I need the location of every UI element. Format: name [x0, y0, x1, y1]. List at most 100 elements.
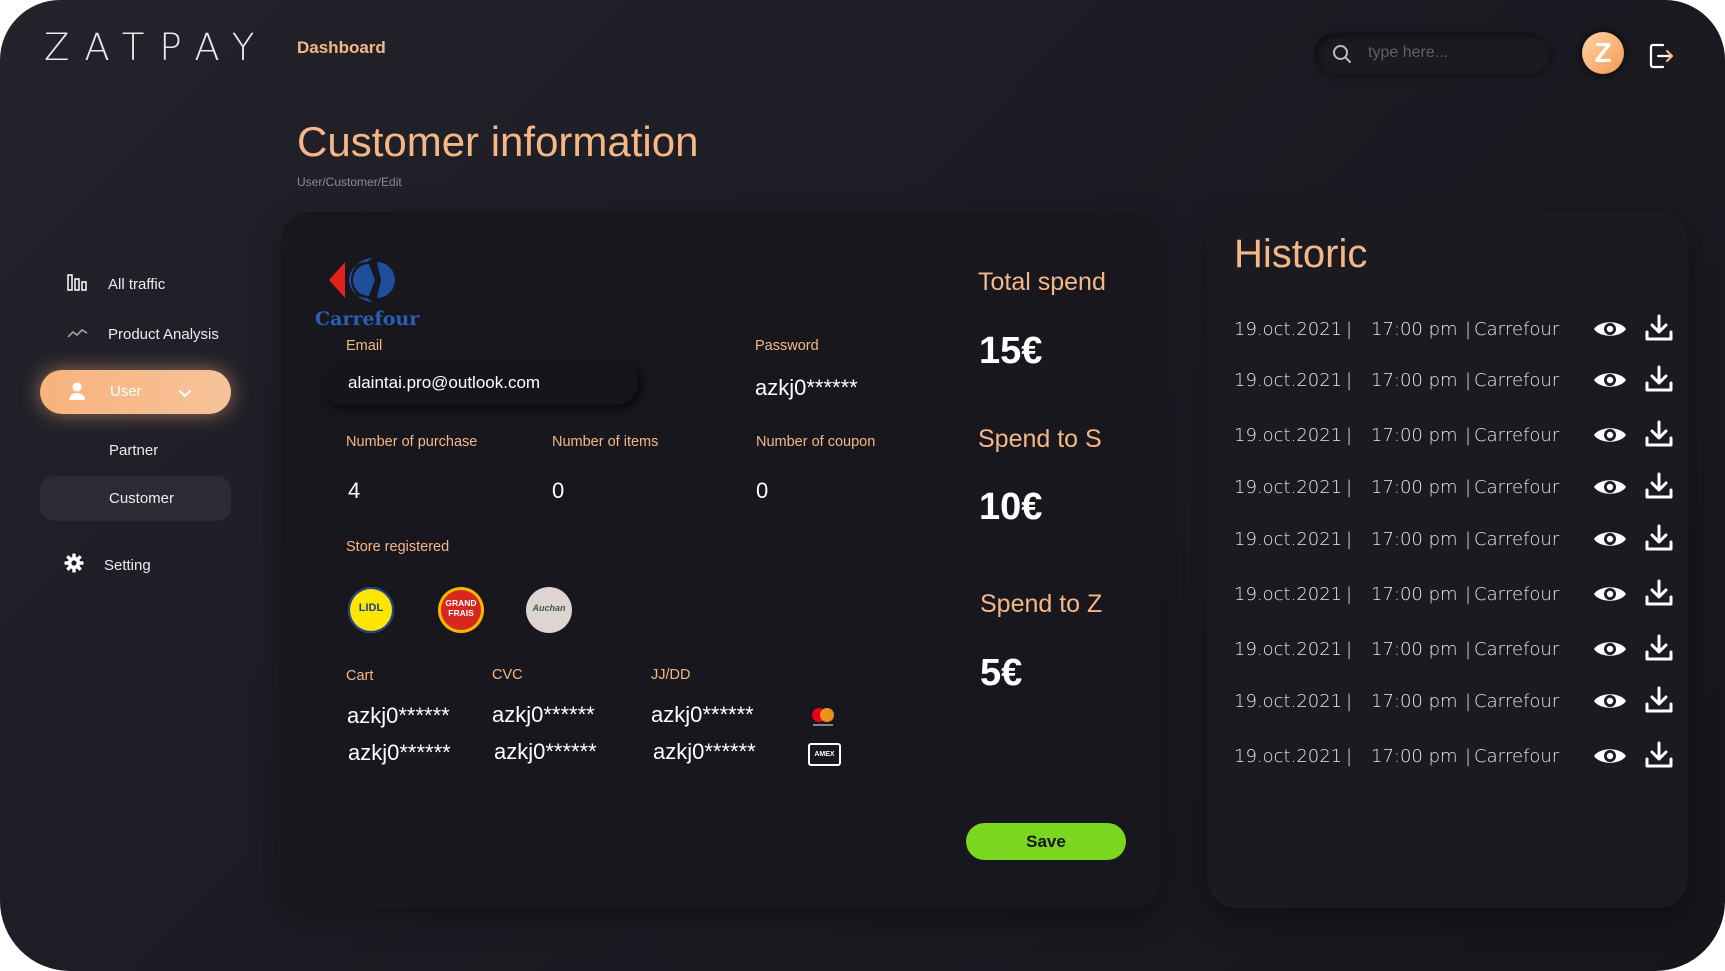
- eye-icon[interactable]: [1592, 527, 1628, 556]
- historic-time: 17:00 pm: [1371, 425, 1458, 446]
- coupon-count-label: Number of coupon: [756, 434, 876, 450]
- sidebar-item-label: Setting: [104, 556, 151, 574]
- historic-row: 19.oct.2021 | 17:00 pm | Carrefour: [1234, 576, 1674, 612]
- sidebar-item-setting[interactable]: Setting: [64, 553, 151, 577]
- card-number[interactable]: azkj0******: [347, 703, 450, 729]
- historic-store: Carrefour: [1474, 746, 1560, 767]
- historic-time: 17:00 pm: [1371, 691, 1458, 712]
- date-label: JJ/DD: [651, 667, 691, 683]
- eye-icon[interactable]: [1592, 582, 1628, 611]
- spend-to-s-value: 10€: [979, 486, 1043, 528]
- sidebar-item-label: User: [110, 383, 142, 400]
- historic-row: 19.oct.2021 | 17:00 pm | Carrefour: [1234, 362, 1674, 398]
- password-label: Password: [755, 338, 819, 354]
- download-icon[interactable]: [1644, 419, 1674, 454]
- historic-date: 19.oct.2021: [1234, 370, 1343, 391]
- eye-icon[interactable]: [1592, 637, 1628, 666]
- historic-time: 17:00 pm: [1371, 584, 1458, 605]
- items-count-value: 0: [552, 478, 565, 503]
- download-icon[interactable]: [1644, 364, 1674, 399]
- eye-icon[interactable]: [1592, 423, 1628, 452]
- store-logo-grand-frais[interactable]: GRAND FRAIS: [438, 587, 484, 633]
- historic-store: Carrefour: [1474, 529, 1560, 550]
- zatpay-logo: ZATPAY: [44, 26, 270, 69]
- historic-time: 17:00 pm: [1371, 477, 1458, 498]
- sidebar-item-all-traffic[interactable]: All traffic: [67, 273, 165, 295]
- download-icon[interactable]: [1644, 578, 1674, 613]
- historic-date: 19.oct.2021: [1234, 319, 1343, 340]
- separator: |: [1465, 529, 1472, 550]
- download-icon[interactable]: [1644, 523, 1674, 558]
- eye-icon[interactable]: [1592, 368, 1628, 397]
- carrefour-logo: Carrefour: [315, 254, 423, 334]
- items-count-label: Number of items: [552, 434, 659, 450]
- card-cvc[interactable]: azkj0******: [492, 702, 595, 728]
- separator: |: [1465, 370, 1472, 391]
- sidebar-item-label: Customer: [109, 490, 175, 507]
- page-title: Customer information: [297, 118, 699, 165]
- historic-store: Carrefour: [1474, 691, 1560, 712]
- download-icon[interactable]: [1644, 740, 1674, 775]
- download-icon[interactable]: [1644, 633, 1674, 668]
- separator: |: [1346, 691, 1353, 712]
- download-icon[interactable]: [1644, 471, 1674, 506]
- trend-line-icon: [67, 326, 88, 343]
- separator: |: [1346, 584, 1353, 605]
- sidebar-item-label: Partner: [109, 442, 159, 459]
- historic-time: 17:00 pm: [1371, 639, 1458, 660]
- historic-row: 19.oct.2021 | 17:00 pm | Carrefour: [1234, 311, 1674, 347]
- store-logo-lidl[interactable]: LIDL: [348, 587, 394, 633]
- user-icon: [67, 381, 87, 405]
- eye-icon[interactable]: [1592, 744, 1628, 773]
- eye-icon[interactable]: [1592, 475, 1628, 504]
- card-date[interactable]: azkj0******: [651, 702, 754, 728]
- historic-store: Carrefour: [1474, 425, 1560, 446]
- bar-chart-icon: [67, 273, 88, 295]
- sidebar-item-product-analysis[interactable]: Product Analysis: [67, 326, 219, 343]
- card-number[interactable]: azkj0******: [348, 740, 451, 766]
- save-button[interactable]: Save: [966, 823, 1126, 860]
- historic-store: Carrefour: [1474, 639, 1560, 660]
- historic-time: 17:00 pm: [1371, 529, 1458, 550]
- brand-name: Carrefour: [315, 308, 420, 330]
- gear-icon: [64, 553, 84, 577]
- separator: |: [1465, 691, 1472, 712]
- historic-time: 17:00 pm: [1371, 746, 1458, 767]
- download-icon[interactable]: [1644, 313, 1674, 348]
- separator: |: [1346, 319, 1353, 340]
- card-cvc[interactable]: azkj0******: [494, 739, 597, 765]
- sidebar-item-partner[interactable]: Partner: [109, 442, 158, 459]
- chevron-down-icon[interactable]: [178, 386, 192, 403]
- password-value[interactable]: azkj0******: [755, 375, 858, 401]
- separator: |: [1346, 425, 1353, 446]
- historic-store: Carrefour: [1474, 319, 1560, 340]
- spend-to-z-value: 5€: [980, 652, 1023, 694]
- historic-row: 19.oct.2021 | 17:00 pm | Carrefour: [1234, 521, 1674, 557]
- stores-label: Store registered: [346, 539, 450, 555]
- separator: |: [1465, 477, 1472, 498]
- user-avatar[interactable]: Z: [1582, 32, 1624, 74]
- search-input[interactable]: [1366, 43, 1540, 63]
- separator: |: [1346, 477, 1353, 498]
- download-icon[interactable]: [1644, 685, 1674, 720]
- historic-row: 19.oct.2021 | 17:00 pm | Carrefour: [1234, 469, 1674, 505]
- sidebar-item-user[interactable]: User: [40, 370, 231, 414]
- card-date[interactable]: azkj0******: [653, 739, 756, 765]
- breadcrumb[interactable]: User/Customer/Edit: [297, 175, 402, 189]
- historic-date: 19.oct.2021: [1234, 584, 1343, 605]
- sidebar-item-customer[interactable]: Customer: [40, 476, 231, 521]
- historic-store: Carrefour: [1474, 477, 1560, 498]
- eye-icon[interactable]: [1592, 317, 1628, 346]
- total-spend-label: Total spend: [978, 268, 1106, 296]
- historic-row: 19.oct.2021 | 17:00 pm | Carrefour: [1234, 738, 1674, 774]
- search-box[interactable]: [1314, 33, 1550, 75]
- separator: |: [1465, 425, 1472, 446]
- logout-icon[interactable]: [1648, 42, 1676, 75]
- email-field[interactable]: [320, 360, 638, 405]
- email-input[interactable]: [346, 372, 630, 394]
- nav-dashboard-link[interactable]: Dashboard: [297, 38, 386, 58]
- eye-icon[interactable]: [1592, 689, 1628, 718]
- store-logo-auchan[interactable]: Auchan: [526, 587, 572, 633]
- separator: |: [1346, 529, 1353, 550]
- historic-row: 19.oct.2021 | 17:00 pm | Carrefour: [1234, 631, 1674, 667]
